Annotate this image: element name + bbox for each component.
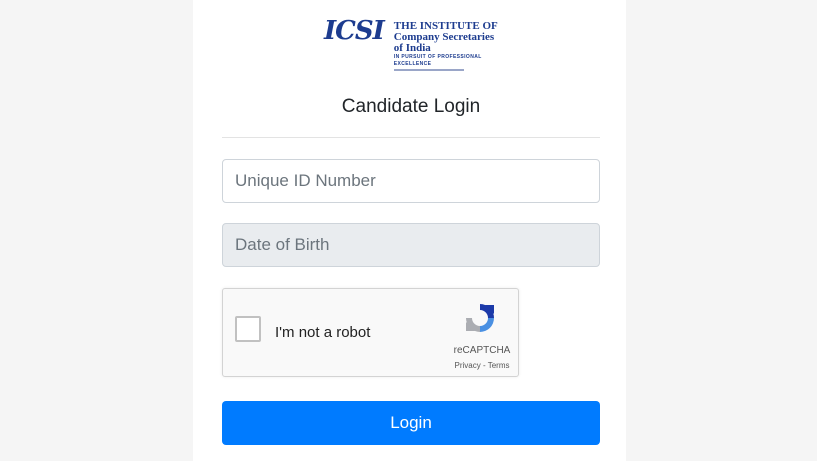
recaptcha-widget: I'm not a robot reCAPTCHA Privacy - Term…	[222, 288, 519, 377]
recaptcha-label: I'm not a robot	[275, 324, 371, 341]
date-of-birth-placeholder: Date of Birth	[235, 235, 330, 254]
recaptcha-brand: reCAPTCHA	[453, 345, 511, 356]
title-divider	[222, 137, 600, 138]
icsi-logo: ICSI THE INSTITUTE OF Company Secretarie…	[324, 14, 504, 71]
recaptcha-checkbox[interactable]	[235, 316, 261, 342]
unique-id-placeholder: Unique ID Number	[235, 171, 376, 190]
recaptcha-icon	[466, 304, 494, 332]
login-button[interactable]: Login	[222, 401, 600, 445]
logo-line-motto: IN PURSUIT OF PROFESSIONAL EXCELLENCE	[393, 54, 482, 67]
date-of-birth-input[interactable]: Date of Birth	[222, 223, 600, 267]
logo-underline	[393, 69, 464, 71]
icsi-logo-mark: ICSI	[324, 16, 385, 46]
recaptcha-privacy-link[interactable]: Privacy	[455, 361, 481, 370]
page-title: Candidate Login	[341, 96, 481, 117]
icsi-logo-text: THE INSTITUTE OF Company Secretaries of …	[393, 14, 504, 71]
recaptcha-terms-link[interactable]: Terms	[488, 361, 510, 370]
unique-id-input[interactable]: Unique ID Number	[222, 159, 600, 203]
recaptcha-links: Privacy - Terms	[447, 361, 517, 370]
logo-line-company: Company Secretaries of India	[393, 31, 495, 54]
